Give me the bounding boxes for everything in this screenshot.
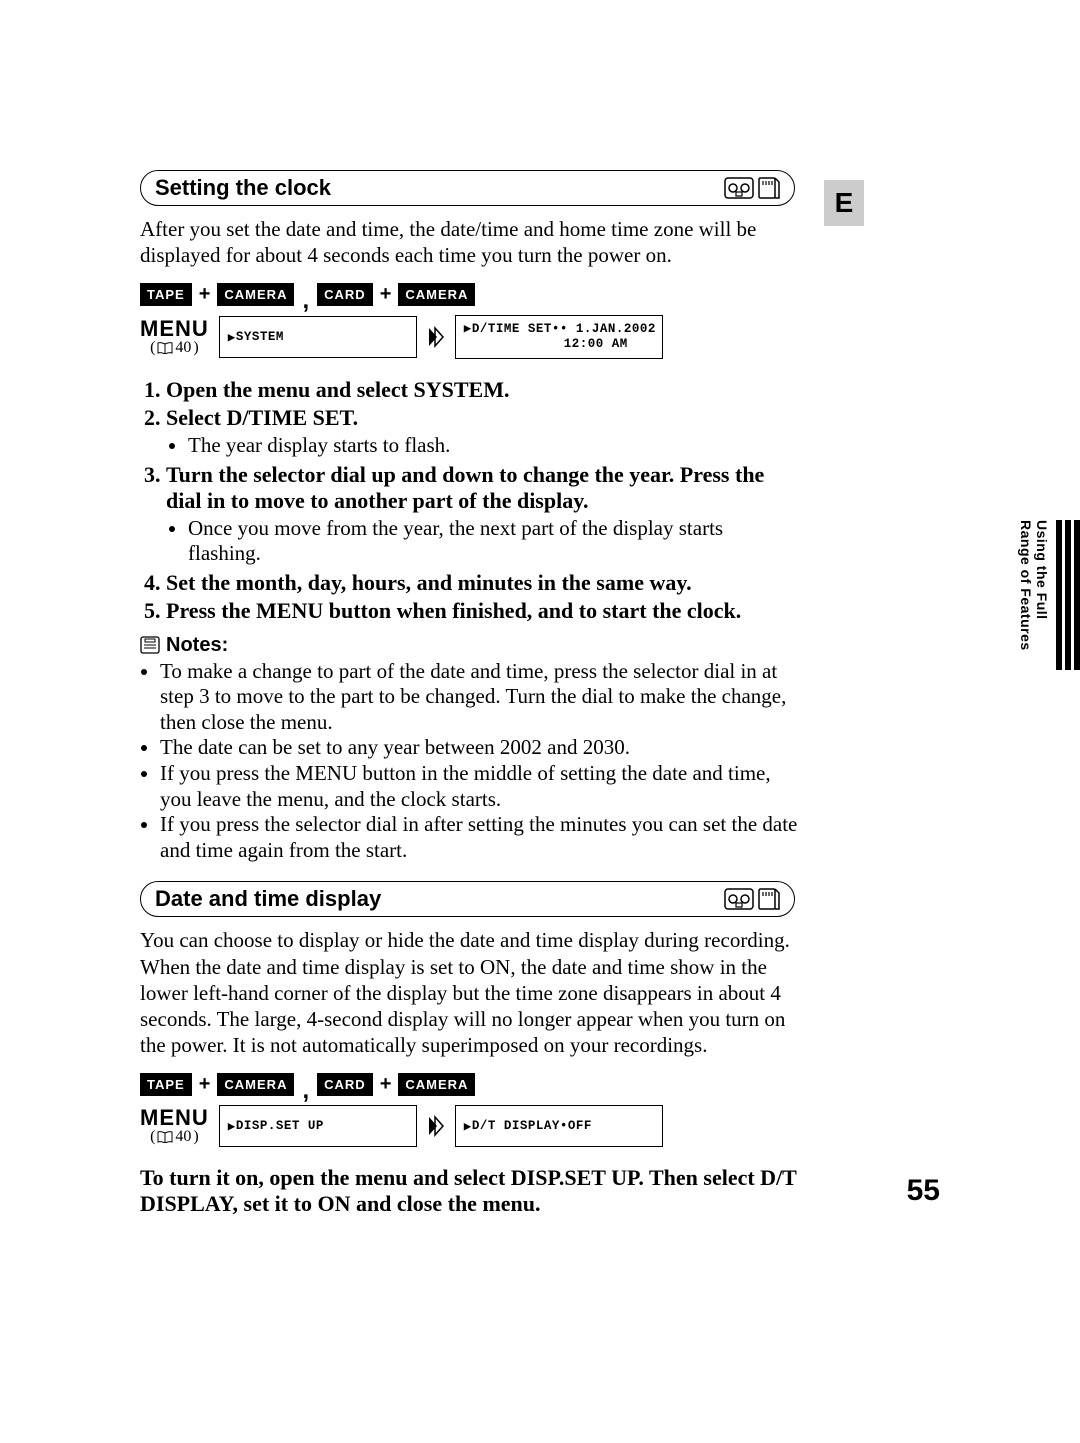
plus-icon: + — [379, 1073, 393, 1096]
side-tab-line2: Range of Features — [1018, 520, 1034, 651]
mode-box-camera: CAMERA — [217, 1073, 294, 1096]
step-title: Open the menu and select SYSTEM. — [166, 377, 509, 402]
mode-combination-row-1: TAPE + CAMERA , CARD + CAMERA — [140, 283, 800, 307]
menu-page-ref: ( 40) — [150, 1129, 199, 1145]
steps-list: Open the menu and select SYSTEM. Select … — [140, 377, 800, 624]
mode-box-camera: CAMERA — [398, 1073, 475, 1096]
step-title: Select D/TIME SET. — [166, 405, 358, 430]
double-arrow-icon — [427, 324, 445, 350]
section-heading-text: Date and time display — [155, 886, 381, 912]
book-icon — [157, 342, 173, 354]
step-5: Press the MENU button when finished, and… — [166, 598, 800, 624]
osd-box-dtdisplay: ▶D/T DISPLAY•OFF — [455, 1105, 663, 1147]
mode-icons-group — [724, 888, 780, 910]
plus-icon: + — [379, 283, 393, 306]
mode-combination-row-2: TAPE + CAMERA , CARD + CAMERA — [140, 1073, 800, 1097]
section2-intro: You can choose to display or hide the da… — [140, 927, 800, 1058]
menu-path-row-2: MENU ( 40) ▶DISP.SET UP ▶D/T DISPLAY•OFF — [140, 1105, 800, 1147]
closing-instruction: To turn it on, open the menu and select … — [140, 1165, 800, 1217]
notes-heading: Notes: — [140, 634, 800, 657]
osd-arrow-sep — [427, 324, 445, 350]
double-arrow-icon — [427, 1113, 445, 1139]
menu-page-ref: ( 40) — [150, 340, 199, 356]
tape-icon — [724, 177, 754, 199]
mode-separator: , — [300, 1079, 311, 1103]
step-title: Turn the selector dial up and down to ch… — [166, 462, 764, 513]
page-number: 55 — [907, 1174, 940, 1208]
menu-path-row-1: MENU ( 40) ▶SYSTEM ▶D/TIME SET•• — [140, 315, 800, 359]
mode-box-camera: CAMERA — [398, 283, 475, 306]
book-icon — [157, 1131, 173, 1143]
note-item: To make a change to part of the date and… — [160, 659, 800, 736]
osd-text-line1: ▶D/TIME SET•• 1.JAN.2002 — [464, 322, 656, 337]
osd-text: SYSTEM — [236, 330, 284, 344]
mode-separator: , — [300, 289, 311, 313]
section1-intro: After you set the date and time, the dat… — [140, 216, 800, 269]
osd-box-system: ▶SYSTEM — [219, 316, 417, 358]
step-2: Select D/TIME SET. The year display star… — [166, 405, 800, 458]
step-title: Set the month, day, hours, and minutes i… — [166, 570, 692, 595]
osd-text-line2: 12:00 AM — [564, 337, 654, 352]
osd-text: D/T DISPLAY•OFF — [472, 1119, 592, 1133]
step-bullet: The year display starts to flash. — [188, 433, 800, 458]
step-bullets: Once you move from the year, the next pa… — [166, 516, 800, 566]
menu-label-block: MENU ( 40) — [140, 318, 209, 356]
menu-ref-page: 40 — [175, 1129, 191, 1145]
section-heading-setting-clock: Setting the clock — [140, 170, 795, 206]
menu-label-block: MENU ( 40) — [140, 1107, 209, 1145]
osd-text: DISP.SET UP — [236, 1119, 324, 1133]
menu-label: MENU — [140, 318, 209, 340]
card-icon — [758, 888, 780, 910]
step-1: Open the menu and select SYSTEM. — [166, 377, 800, 403]
note-item: If you press the MENU button in the midd… — [160, 761, 800, 812]
notes-list: To make a change to part of the date and… — [140, 659, 800, 864]
page-content: Setting the clock After you se — [140, 170, 940, 1239]
osd-box-dtime: ▶D/TIME SET•• 1.JAN.2002 12:00 AM — [455, 315, 663, 359]
note-item: The date can be set to any year between … — [160, 735, 800, 761]
plus-icon: + — [198, 1073, 212, 1096]
section-heading-text: Setting the clock — [155, 175, 331, 201]
mode-box-tape: TAPE — [140, 1073, 192, 1096]
menu-ref-page: 40 — [175, 340, 191, 356]
step-bullet: Once you move from the year, the next pa… — [188, 516, 800, 566]
mode-box-card: CARD — [317, 283, 373, 306]
notes-heading-text: Notes: — [166, 634, 228, 657]
mode-box-tape: TAPE — [140, 283, 192, 306]
note-icon — [140, 636, 160, 654]
step-bullets: The year display starts to flash. — [166, 433, 800, 458]
step-4: Set the month, day, hours, and minutes i… — [166, 570, 800, 596]
osd-box-dispsetup: ▶DISP.SET UP — [219, 1105, 417, 1147]
plus-icon: + — [198, 283, 212, 306]
tape-icon — [724, 888, 754, 910]
side-tab-line1: Using the Full — [1034, 520, 1050, 620]
mode-box-card: CARD — [317, 1073, 373, 1096]
side-tab-bars — [1056, 520, 1080, 670]
side-tab-text: Using the Full Range of Features — [1018, 520, 1050, 651]
note-item: If you press the selector dial in after … — [160, 812, 800, 863]
menu-label: MENU — [140, 1107, 209, 1129]
side-tab: Using the Full Range of Features — [960, 520, 1080, 670]
mode-box-camera: CAMERA — [217, 283, 294, 306]
card-icon — [758, 177, 780, 199]
section-heading-date-time-display: Date and time display — [140, 881, 795, 917]
step-3: Turn the selector dial up and down to ch… — [166, 462, 800, 566]
step-title: Press the MENU button when finished, and… — [166, 598, 741, 623]
mode-icons-group — [724, 177, 780, 199]
osd-arrow-sep — [427, 1113, 445, 1139]
